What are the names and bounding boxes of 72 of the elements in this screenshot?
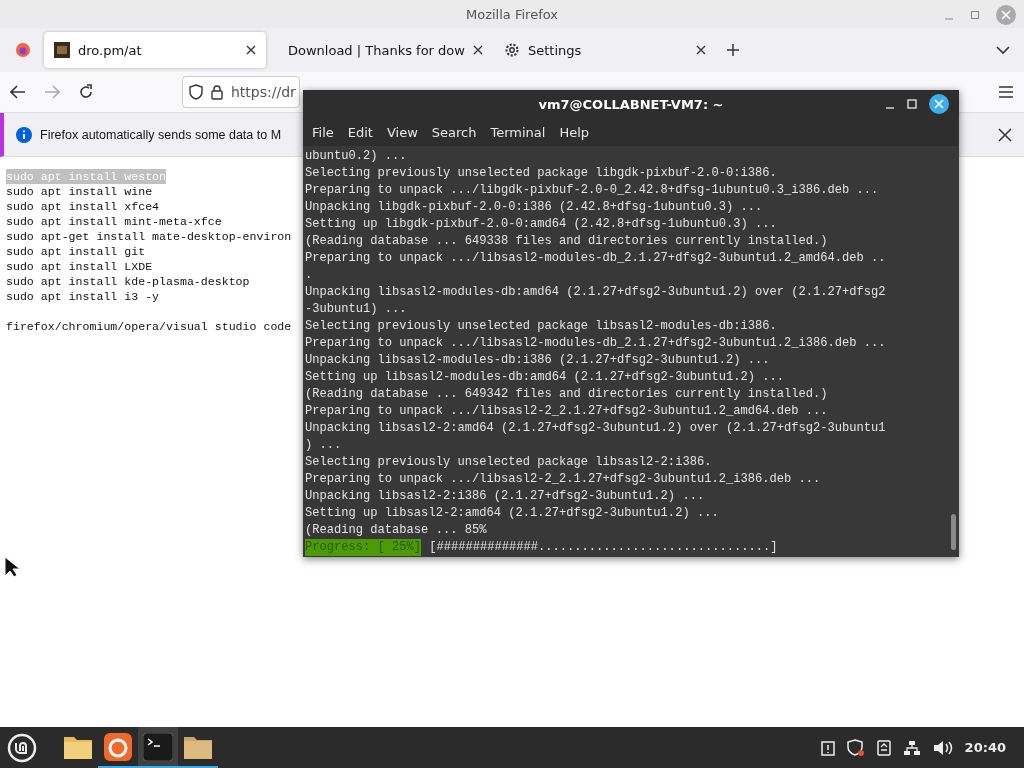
menu-item[interactable]: Edit <box>342 122 378 142</box>
terminal-line: Setting up libsasl2-2:amd64 (2.1.27+dfsg2-3ubuntu1.2) ... <box>305 505 719 522</box>
terminal-line: Preparing to unpack .../libsasl2-modules-db_2.1.27+dfsg2-3ubuntu1.2_amd64.deb .. <box>305 250 886 267</box>
favicon-icon <box>54 42 70 58</box>
terminal-line: Preparing to unpack .../libsasl2-modules-db_2.1.27+dfsg2-3ubuntu1.2_i386.deb ... <box>305 335 886 352</box>
terminal-line: Setting up libgdk-pixbuf-2.0-0:amd64 (2.42.8+dfsg-1ubuntu0.3) ... <box>305 216 777 233</box>
terminal-icon <box>143 732 173 761</box>
menu-logo-icon[interactable] <box>7 732 37 763</box>
terminal-line: Unpacking libsasl2-modules-db:i386 (2.1.27+dfsg2-3ubuntu1.2) ... <box>305 352 770 369</box>
terminal-line: (Reading database ... 649342 files and directories currently installed.) <box>305 386 828 403</box>
terminal-line: Preparing to unpack .../libgdk-pixbuf-2.0-0_2.42.8+dfsg-1ubuntu0.3_i386.deb ... <box>305 182 879 199</box>
close-icon[interactable] <box>929 94 949 114</box>
terminal-line: -3ubuntu1) ... <box>305 301 407 318</box>
terminal-line: Preparing to unpack .../libsasl2-2_2.1.27+dfsg2-3ubuntu1.2_i386.deb ... <box>305 471 821 488</box>
document-icon[interactable] <box>876 739 891 756</box>
clock[interactable]: 20:40 <box>964 740 1006 755</box>
menu-item[interactable]: File <box>307 122 339 142</box>
terminal-line: (Reading database ... 649338 files and directories currently installed.) <box>305 233 828 250</box>
scrollbar-thumb[interactable] <box>951 514 956 550</box>
plus-icon[interactable] <box>726 43 740 57</box>
terminal-line: Unpacking libsasl2-2:amd64 (2.1.27+dfsg2-3ubuntu1.2) over (2.1.27+dfsg2-3ubuntu1 <box>305 420 886 437</box>
terminal-line: Unpacking libsasl2-2:i386 (2.1.27+dfsg2-3ubuntu1.2) ... <box>305 488 705 505</box>
terminal-line: Selecting previously unselected package libgdk-pixbuf-2.0-0:i386. <box>305 165 777 182</box>
volume-icon[interactable] <box>932 739 953 756</box>
command-line: sudo apt install git <box>6 244 146 259</box>
terminal-line: Selecting previously unselected package libsasl2-modules-db:i386. <box>305 318 777 335</box>
command-line: sudo apt install xfce4 <box>6 199 160 214</box>
settings-icon <box>504 42 520 58</box>
menu-item[interactable]: Help <box>554 122 595 142</box>
terminal-line: Preparing to unpack .../libsasl2-2_2.1.27+dfsg2-3ubuntu1.2_amd64.deb ... <box>305 403 828 420</box>
terminal-line: ) ... <box>305 437 342 454</box>
back-icon[interactable] <box>10 85 26 99</box>
progress-label: Progress: [ 25%] <box>305 539 422 556</box>
taskbar-app[interactable] <box>138 727 178 768</box>
terminal-line: Setting up libsasl2-modules-db:amd64 (2.1.27+dfsg2-3ubuntu1.2) ... <box>305 369 784 386</box>
command-line: sudo apt install LXDE <box>6 259 153 274</box>
window-title: vm7@COLLABNET-VM7: ~ <box>538 96 724 112</box>
terminal-line: ubuntu0.2) ... <box>305 148 407 165</box>
address-field[interactable]: https://dr <box>182 76 300 108</box>
command-line: sudo apt-get install mate-desktop-environ <box>6 229 292 244</box>
menu-item[interactable]: Search <box>426 122 482 142</box>
close-icon[interactable] <box>696 44 706 55</box>
command-line: sudo apt install i3 -y <box>6 289 160 304</box>
progress-bar-text: [##############................................] <box>429 539 778 556</box>
command-line: sudo apt install kde-plasma-desktop <box>6 274 250 289</box>
info-icon <box>16 126 32 143</box>
window-title: Mozilla Firefox <box>466 6 558 22</box>
menu-icon[interactable] <box>998 85 1014 99</box>
note-text: firefox/chromium/opera/visual studio code <box>6 319 292 334</box>
shield-icon[interactable] <box>846 738 865 757</box>
menu-item[interactable]: View <box>381 122 423 142</box>
terminal-line: Unpacking libsasl2-modules-db:amd64 (2.1.27+dfsg2-3ubuntu1.2) over (2.1.27+dfsg2 <box>305 284 886 301</box>
command-line: sudo apt install wine <box>6 184 153 199</box>
terminal-line: Unpacking libgdk-pixbuf-2.0-0:i386 (2.42.8+dfsg-1ubuntu0.3) ... <box>305 199 763 216</box>
menu-item[interactable]: Terminal <box>485 122 551 142</box>
close-icon[interactable] <box>472 44 483 55</box>
close-icon[interactable] <box>998 127 1012 142</box>
terminal-line: Selecting previously unselected package libsasl2-2:i386. <box>305 454 712 471</box>
browser-tab[interactable]: Settings <box>494 32 716 68</box>
browser-tab[interactable]: Download | Thanks for dow <box>270 32 490 68</box>
network-icon[interactable] <box>902 739 921 756</box>
browser-tab[interactable]: dro.pm/at <box>44 32 266 68</box>
close-icon[interactable] <box>246 44 256 55</box>
notification-text: Firefox automatically sends some data to M <box>40 127 282 142</box>
cursor-icon <box>4 556 20 578</box>
command-line: sudo apt install mint-meta-xfce <box>6 214 222 229</box>
lock-icon <box>211 84 223 100</box>
reload-icon[interactable] <box>78 84 94 100</box>
terminal-line: . <box>305 267 313 284</box>
shield-icon <box>189 84 203 100</box>
terminal-line: (Reading database ... 85% <box>305 522 487 539</box>
chevron-icon[interactable] <box>996 45 1010 55</box>
